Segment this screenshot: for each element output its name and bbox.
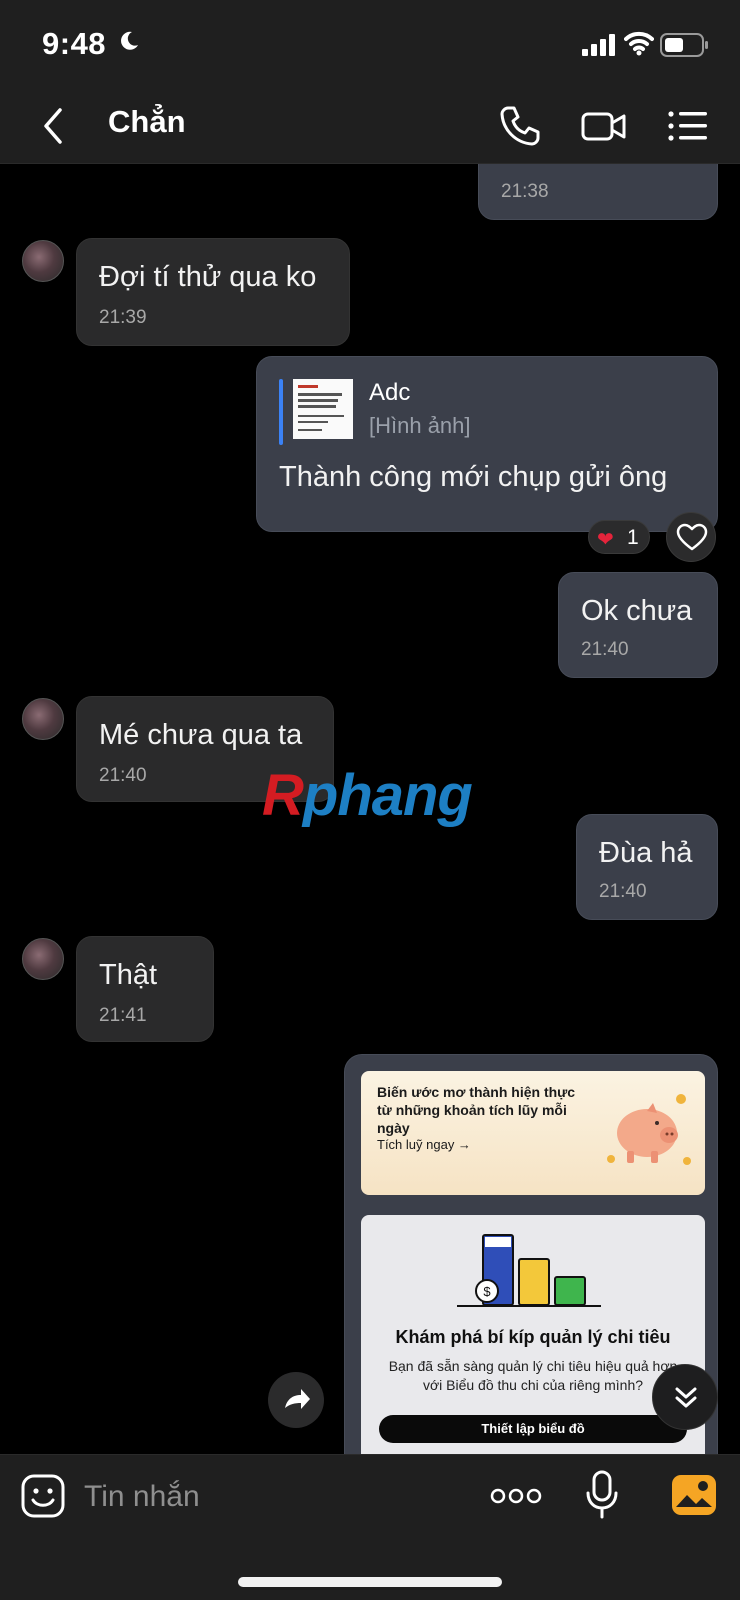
back-arrow-icon[interactable] <box>36 104 76 148</box>
video-call-icon[interactable] <box>580 102 628 150</box>
quote-accent-bar <box>279 379 283 445</box>
heart-outline-icon <box>676 523 708 551</box>
heart-reaction-icon: ❤ <box>597 529 614 551</box>
message-bubble-reply[interactable]: Adc [Hình ảnh] Thành công mới chụp gửi ô… <box>256 356 718 532</box>
message-time: 21:40 <box>99 765 147 786</box>
message-text: Đùa hả <box>599 837 693 869</box>
reaction-count: 1 <box>627 526 639 549</box>
promo-description: Bạn đã sẵn sàng quản lý chi tiêu hiệu qu… <box>388 1358 678 1393</box>
message-bubble-incoming[interactable]: Thật 21:41 <box>76 936 214 1042</box>
message-time: 21:41 <box>99 1005 147 1026</box>
message-bubble-outgoing[interactable]: Đùa hả 21:40 <box>576 814 718 920</box>
piggy-bank-icon <box>607 1094 691 1165</box>
cellular-signal-icon <box>582 34 615 56</box>
microphone-icon[interactable] <box>584 1469 620 1521</box>
chat-header: Chẳn <box>0 88 740 164</box>
banner-link[interactable]: Tích luỹ ngay → <box>377 1137 471 1152</box>
share-arrow-icon <box>285 1389 310 1409</box>
watermark-logo: Rphang <box>262 763 473 828</box>
battery-icon <box>660 33 708 57</box>
quoted-sender-name: Adc <box>369 379 411 406</box>
contact-name[interactable]: Chẳn <box>108 104 186 140</box>
status-time: 9:48 <box>42 26 107 61</box>
message-time: 21:40 <box>581 639 629 660</box>
sticker-icon[interactable] <box>20 1473 66 1519</box>
message-text: Ok chưa <box>581 595 693 627</box>
react-heart-button[interactable] <box>666 512 716 562</box>
reaction-badge[interactable]: ❤ 1 <box>588 520 650 554</box>
message-text: Mé chưa qua ta <box>99 719 303 751</box>
message-input[interactable] <box>84 1475 454 1519</box>
status-bar: 9:48 <box>0 0 740 88</box>
home-indicator <box>238 1577 502 1587</box>
moon-icon <box>121 31 138 50</box>
message-time: 21:38 <box>501 181 549 202</box>
chevron-double-down-icon <box>675 1387 697 1408</box>
more-options-icon[interactable] <box>490 1481 542 1511</box>
gallery-icon[interactable] <box>670 1473 718 1517</box>
quoted-message-type: [Hình ảnh] <box>369 413 471 438</box>
message-bubble-outgoing[interactable]: Ok chưa 21:40 <box>558 572 718 678</box>
message-time: 21:40 <box>599 881 647 902</box>
quoted-image-thumbnail[interactable] <box>293 379 353 439</box>
phone-call-icon[interactable] <box>496 102 544 150</box>
message-text: Thật <box>99 959 158 991</box>
wifi-icon <box>624 31 654 56</box>
message-time: 21:39 <box>99 307 147 328</box>
forward-button[interactable] <box>268 1372 324 1428</box>
contact-avatar[interactable] <box>22 240 64 282</box>
svg-text:$: $ <box>483 1284 491 1299</box>
setup-chart-button[interactable]: Thiết lập biểu đồ <box>379 1415 687 1443</box>
message-bubble-outgoing[interactable]: 21:38 <box>478 164 718 220</box>
menu-list-icon[interactable] <box>664 102 712 150</box>
contact-avatar[interactable] <box>22 698 64 740</box>
contact-avatar[interactable] <box>22 938 64 980</box>
message-composer <box>0 1454 740 1600</box>
message-text: Thành công mới chụp gửi ông <box>279 461 668 493</box>
message-list[interactable]: 21:38 Đợi tí thử qua ko 21:39 Adc [Hình … <box>0 164 740 1454</box>
bar-chart-illustration: $ <box>457 1234 601 1307</box>
scroll-to-bottom-button[interactable] <box>652 1364 718 1430</box>
banner-title: Biến ước mơ thành hiện thực từ những kho… <box>377 1084 576 1136</box>
message-text: Đợi tí thử qua ko <box>99 261 317 293</box>
promo-title: Khám phá bí kíp quản lý chi tiêu <box>395 1327 671 1347</box>
savings-banner[interactable]: Biến ước mơ thành hiện thực từ những kho… <box>361 1071 705 1195</box>
message-bubble-incoming[interactable]: Đợi tí thử qua ko 21:39 <box>76 238 350 346</box>
